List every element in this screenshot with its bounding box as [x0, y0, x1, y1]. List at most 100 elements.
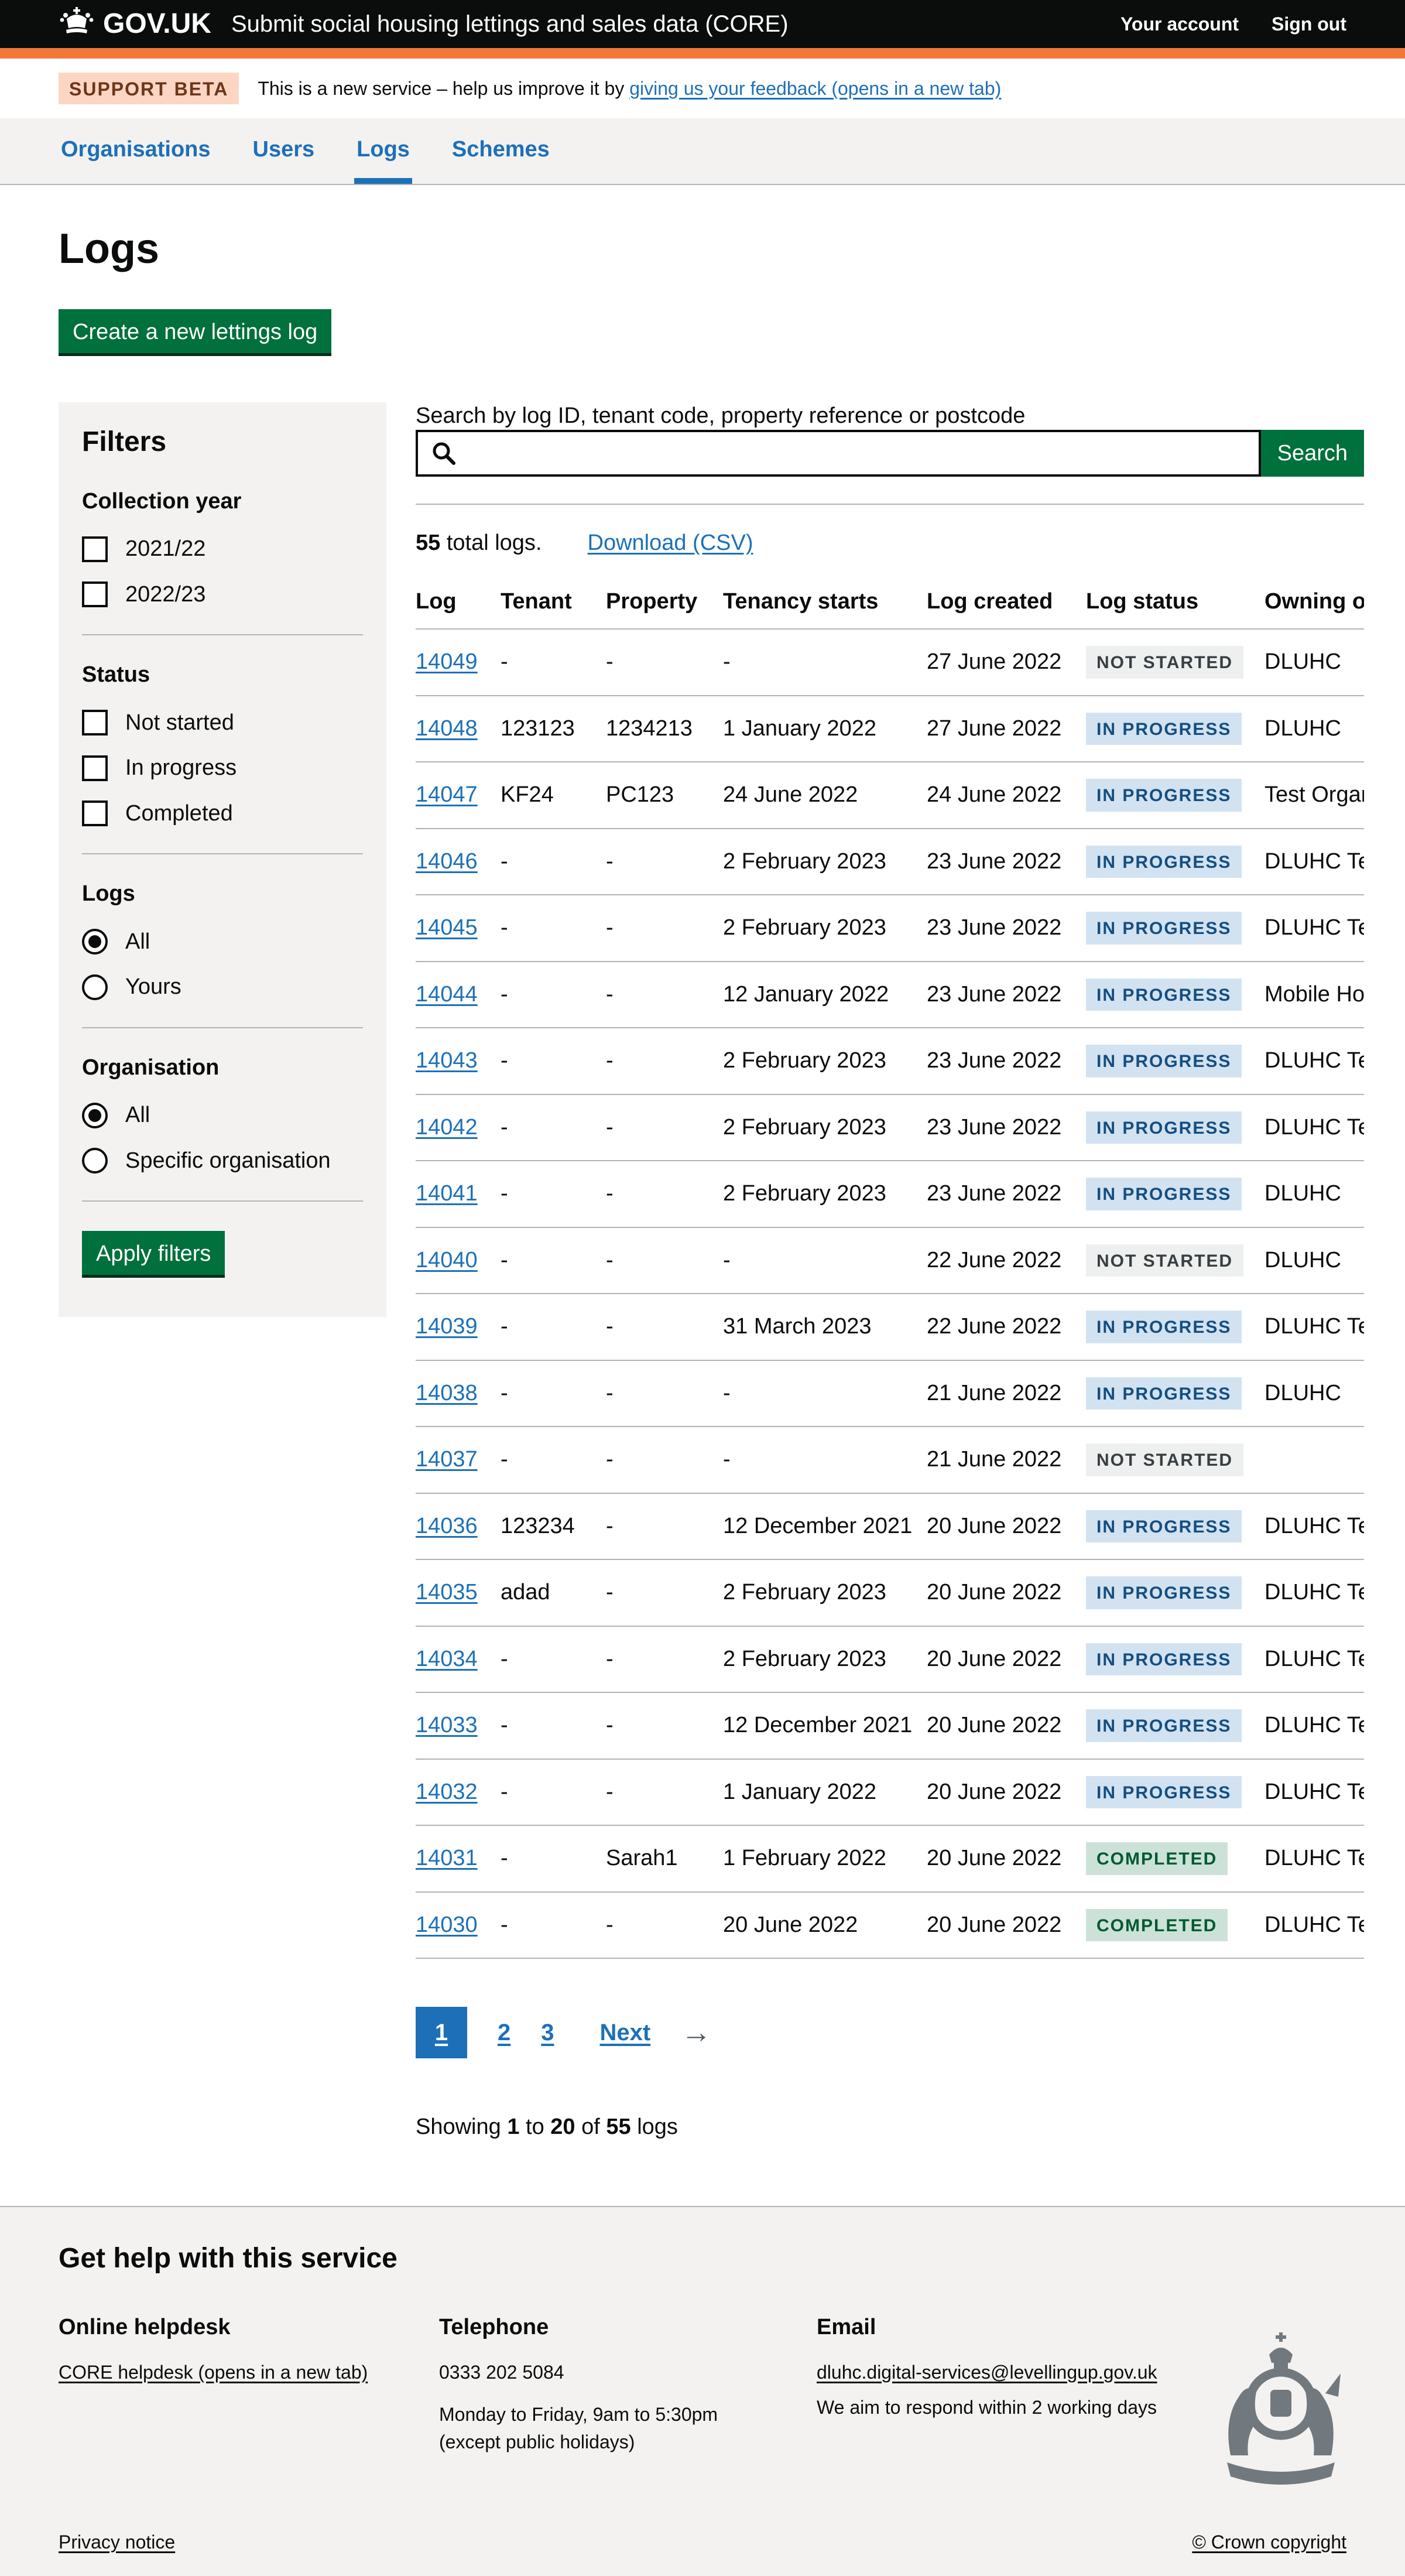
- log-id-cell: 14037: [416, 1426, 501, 1493]
- status-badge: In progress: [1086, 1709, 1242, 1742]
- download-csv-link[interactable]: Download (CSV): [588, 529, 753, 557]
- log-id-link[interactable]: 14036: [416, 1514, 478, 1538]
- checkbox-row: Completed: [82, 800, 363, 828]
- showing-total: 55: [606, 2115, 630, 2139]
- log-id-link[interactable]: 14032: [416, 1780, 478, 1804]
- checkbox-2021-22[interactable]: [82, 536, 108, 562]
- privacy-notice-link[interactable]: Privacy notice: [59, 2530, 175, 2554]
- log-status-cell: In progress: [1086, 1161, 1264, 1227]
- search-button[interactable]: Search: [1261, 430, 1364, 477]
- filter-divider: [82, 1027, 363, 1028]
- pagination-page-2[interactable]: 2: [498, 2018, 510, 2047]
- log-id-link[interactable]: 14049: [416, 649, 478, 674]
- pagination-page-3[interactable]: 3: [541, 2018, 554, 2047]
- tenancy-starts-cell: 1 January 2022: [723, 696, 927, 762]
- log-id-link[interactable]: 14041: [416, 1181, 478, 1206]
- log-id-link[interactable]: 14042: [416, 1115, 478, 1140]
- radio-logs-yours[interactable]: [82, 974, 108, 1000]
- log-id-link[interactable]: 14034: [416, 1647, 478, 1671]
- property-cell: PC123: [606, 762, 723, 829]
- checkbox-2022-23[interactable]: [82, 581, 108, 607]
- log-created-cell: 23 June 2022: [927, 829, 1086, 895]
- radio-logs-all[interactable]: [82, 929, 108, 955]
- tenancy-starts-cell: 2 February 2023: [723, 1559, 927, 1626]
- crown-copyright-link[interactable]: © Crown copyright: [1192, 2530, 1346, 2554]
- email-link[interactable]: dluhc.digital-services@levellingup.gov.u…: [817, 2362, 1157, 2383]
- tab-schemes[interactable]: Schemes: [450, 118, 552, 184]
- log-created-cell: 20 June 2022: [927, 1559, 1086, 1626]
- tab-organisations[interactable]: Organisations: [59, 118, 213, 184]
- tenancy-starts-cell: 31 March 2023: [723, 1294, 927, 1360]
- log-created-cell: 27 June 2022: [927, 696, 1086, 762]
- tenant-cell: -: [501, 1892, 606, 1959]
- log-created-cell: 27 June 2022: [927, 629, 1086, 696]
- status-label: Status: [82, 661, 363, 689]
- search-input[interactable]: [416, 430, 1261, 477]
- pagination-next[interactable]: Next: [600, 2018, 651, 2047]
- log-id-link[interactable]: 14046: [416, 849, 478, 874]
- tab-users[interactable]: Users: [251, 118, 317, 184]
- tab-logs[interactable]: Logs: [354, 118, 412, 184]
- status-badge: In progress: [1086, 1776, 1242, 1809]
- tenant-cell: -: [501, 629, 606, 696]
- col-header-log-created: Log created: [927, 574, 1086, 630]
- col-header-property: Property: [606, 574, 723, 630]
- footer-heading: Get help with this service: [59, 2241, 1346, 2276]
- logs-table-header-row: Log Tenant Property Tenancy starts Log c…: [416, 574, 1364, 630]
- radio-org-all[interactable]: [82, 1103, 108, 1128]
- service-name-link[interactable]: Submit social housing lettings and sales…: [231, 9, 789, 39]
- status-badge: In progress: [1086, 1111, 1242, 1144]
- footer: Get help with this service Online helpde…: [0, 2206, 1405, 2576]
- log-id-link[interactable]: 14043: [416, 1048, 478, 1073]
- govuk-logo[interactable]: GOV.UK: [59, 6, 211, 43]
- table-row: 14044 - - 12 January 2022 23 June 2022 I…: [416, 962, 1364, 1028]
- radio-logs-all-label: All: [125, 928, 150, 956]
- log-id-link[interactable]: 14035: [416, 1580, 478, 1605]
- sign-out-link[interactable]: Sign out: [1272, 12, 1346, 36]
- log-id-cell: 14033: [416, 1692, 501, 1759]
- owning-organisation-cell: DLUHC Tes: [1264, 1493, 1364, 1560]
- col-header-log: Log: [416, 574, 501, 630]
- status-badge: In progress: [1086, 1643, 1242, 1676]
- pagination-page-1-current[interactable]: 1: [416, 2007, 467, 2058]
- log-id-link[interactable]: 14030: [416, 1913, 478, 1937]
- tenant-cell: -: [501, 1294, 606, 1360]
- table-row: 14030 - - 20 June 2022 20 June 2022 Comp…: [416, 1892, 1364, 1959]
- radio-row: All: [82, 1101, 363, 1130]
- feedback-link[interactable]: giving us your feedback (opens in a new …: [629, 78, 1001, 99]
- checkbox-in-progress[interactable]: [82, 755, 108, 781]
- log-id-link[interactable]: 14048: [416, 716, 478, 741]
- checkbox-not-started[interactable]: [82, 710, 108, 735]
- owning-organisation-cell: Test Organi: [1264, 762, 1364, 829]
- property-cell: Sarah1: [606, 1825, 723, 1892]
- core-helpdesk-link[interactable]: CORE helpdesk (opens in a new tab): [59, 2362, 368, 2383]
- tenancy-starts-cell: 2 February 2023: [723, 1161, 927, 1227]
- log-status-cell: In progress: [1086, 1094, 1264, 1161]
- log-id-link[interactable]: 14040: [416, 1248, 478, 1272]
- owning-organisation-cell: DLUHC Tes: [1264, 1028, 1364, 1094]
- log-id-link[interactable]: 14044: [416, 982, 478, 1007]
- apply-filters-button[interactable]: Apply filters: [82, 1231, 225, 1275]
- logs-table-body: 14049 - - - 27 June 2022 Not started DLU…: [416, 629, 1364, 1958]
- your-account-link[interactable]: Your account: [1120, 12, 1239, 36]
- log-status-cell: In progress: [1086, 962, 1264, 1028]
- checkbox-completed[interactable]: [82, 800, 108, 826]
- log-id-link[interactable]: 14045: [416, 915, 478, 940]
- owning-organisation-cell: [1264, 1426, 1364, 1493]
- log-id-link[interactable]: 14038: [416, 1381, 478, 1405]
- tenancy-starts-cell: 1 February 2022: [723, 1825, 927, 1892]
- log-id-link[interactable]: 14039: [416, 1314, 478, 1339]
- owning-organisation-cell: DLUHC Tes: [1264, 1294, 1364, 1360]
- log-id-link[interactable]: 14033: [416, 1713, 478, 1737]
- log-id-link[interactable]: 14037: [416, 1447, 478, 1472]
- radio-org-specific[interactable]: [82, 1148, 108, 1174]
- tenant-cell: -: [501, 1094, 606, 1161]
- log-status-cell: In progress: [1086, 1759, 1264, 1826]
- showing-p3: of: [575, 2115, 606, 2139]
- table-row: 14048 123123 1234213 1 January 2022 27 J…: [416, 696, 1364, 762]
- log-created-cell: 20 June 2022: [927, 1692, 1086, 1759]
- tenant-cell: -: [501, 1626, 606, 1693]
- log-id-link[interactable]: 14047: [416, 782, 478, 807]
- log-id-link[interactable]: 14031: [416, 1846, 478, 1870]
- create-lettings-log-button[interactable]: Create a new lettings log: [59, 309, 331, 353]
